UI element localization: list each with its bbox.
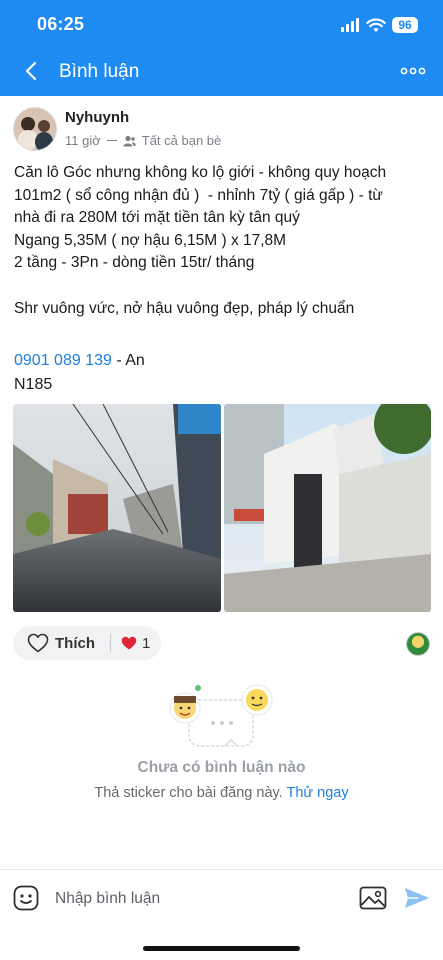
nav-bar: Bình luận [0, 52, 443, 92]
post-photo-house[interactable] [224, 404, 431, 612]
like-label: Thích [55, 634, 95, 652]
wifi-icon [366, 18, 386, 32]
listing-code: N185 [14, 376, 53, 393]
post-time: 11 giờ [65, 133, 101, 148]
comment-composer [0, 869, 443, 927]
liker-avatar[interactable] [406, 632, 430, 656]
heart-red-icon [121, 636, 137, 650]
sticker-icon[interactable] [13, 885, 39, 911]
post-photo-alley[interactable] [13, 404, 221, 612]
sticker-prompt: Thả sticker cho bài đăng này. [94, 785, 283, 801]
empty-comments-title: Chưa có bình luận nào [137, 759, 306, 776]
status-time: 06:25 [37, 14, 85, 34]
more-icon[interactable] [399, 62, 427, 80]
reaction-divider [110, 634, 111, 652]
empty-comments-illustration [169, 684, 273, 747]
post-meta: 11 giờ Tất cả bạn bè [65, 133, 221, 148]
post-audience: Tất cả bạn bè [141, 133, 222, 148]
page-title: Bình luận [59, 61, 140, 82]
status-bar: 06:25 96 [0, 12, 443, 38]
home-indicator [143, 946, 300, 951]
comment-input[interactable] [55, 887, 335, 911]
contact-name: - An [111, 352, 145, 369]
heart-outline-icon [27, 633, 49, 653]
reaction-bar: Thích 1 [13, 626, 161, 660]
reaction-summary[interactable]: 1 [121, 626, 150, 660]
cellular-signal-icon [341, 18, 361, 32]
like-button[interactable]: Thích [13, 626, 110, 660]
reaction-count: 1 [142, 634, 151, 652]
contact-line: 0901 089 139 - An [14, 350, 145, 372]
author-name[interactable]: Nyhuynh [65, 109, 129, 126]
top-bar: 06:25 96 Bình luận [0, 0, 443, 96]
empty-comments-subtitle: Thả sticker cho bài đăng này. Thử ngay [0, 785, 443, 801]
battery-indicator: 96 [392, 17, 418, 33]
friends-icon [123, 135, 136, 146]
phone-link[interactable]: 0901 089 139 [14, 352, 112, 369]
back-icon[interactable] [21, 60, 43, 82]
try-now-link[interactable]: Thử ngay [287, 785, 349, 801]
send-icon[interactable] [404, 887, 430, 909]
author-avatar[interactable] [13, 107, 57, 151]
image-icon[interactable] [359, 886, 387, 910]
post-body: Căn lô Góc nhưng không ko lộ giới - khôn… [14, 164, 387, 317]
post-header: Nyhuynh 11 giờ Tất cả bạn bè [0, 104, 443, 154]
meta-separator [106, 140, 117, 141]
